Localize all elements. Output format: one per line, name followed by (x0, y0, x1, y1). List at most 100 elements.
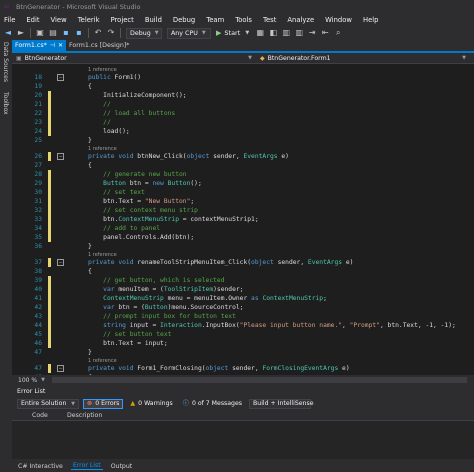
code-line: 20 InitializeComponent(); (12, 91, 474, 100)
start-button[interactable]: ▶ Start ▼ (216, 29, 251, 37)
code-line: 23 // (12, 118, 474, 127)
code-line: 41 ContextMenuStrip menu = menuItem.Owne… (12, 294, 474, 303)
toolbox-icon[interactable]: ▦ (256, 29, 265, 37)
line-number: 20 (34, 92, 42, 99)
uncomment-icon[interactable]: ▥ (295, 29, 304, 37)
menu-item-build[interactable]: Build (145, 16, 162, 24)
undo-icon[interactable]: ↶ (94, 29, 102, 37)
line-number: 23 (34, 119, 42, 126)
column-description[interactable]: Description (67, 411, 102, 421)
editor-zoom-bar: 100 % ▼ (12, 375, 474, 385)
side-tab-data-sources[interactable]: Data Sources (2, 42, 9, 82)
line-number: 19 (34, 83, 42, 90)
line-number: 34 (34, 225, 42, 232)
zoom-level[interactable]: 100 % (18, 377, 37, 384)
code-line: 32 // set context menu strip (12, 206, 474, 215)
line-number: 44 (34, 322, 42, 329)
menu-item-test[interactable]: Test (263, 16, 276, 24)
line-number: 45 (34, 331, 42, 338)
open-file-icon[interactable]: ▤ (49, 29, 57, 37)
column-code[interactable]: Code (32, 411, 48, 421)
bottom-tab-error-list[interactable]: Error List (70, 462, 103, 470)
line-number: 27 (34, 162, 42, 169)
document-tabs: Form1.cs* ⊣ ✕ Form1.cs [Design]* (12, 40, 474, 51)
side-tab-toolbox[interactable]: Toolbox (2, 92, 9, 115)
new-project-icon[interactable]: ▣ (36, 29, 44, 37)
bookmark-icon[interactable]: ◧ (269, 29, 278, 37)
member-dropdown[interactable]: ◆ BtnGenerator.Form1 ▼ (260, 54, 470, 63)
collapse-icon[interactable]: − (57, 74, 64, 81)
messages-filter-button[interactable]: ⓘ 0 of 7 Messages (180, 399, 245, 409)
line-number: 18 (34, 74, 42, 81)
change-marker (48, 339, 51, 348)
forward-icon[interactable]: ► (17, 29, 25, 37)
code-text: // set context menu strip (103, 207, 198, 214)
code-line: 27 { (12, 161, 474, 170)
doc-tab-form1-cs[interactable]: Form1.cs* ⊣ ✕ (12, 40, 67, 51)
indent-icon[interactable]: ⇥ (308, 29, 316, 37)
warnings-filter-button[interactable]: ▲ 0 Warnings (127, 399, 175, 409)
code-text: var btn = (Button)menu.SourceControl; (103, 304, 244, 311)
change-marker (48, 233, 51, 242)
menu-item-project[interactable]: Project (111, 16, 134, 24)
menu-item-analyze[interactable]: Analyze (287, 16, 314, 24)
menu-item-help[interactable]: Help (363, 16, 379, 24)
toolbar-separator (30, 28, 31, 38)
menu-item-debug[interactable]: Debug (173, 16, 195, 24)
comment-icon[interactable]: ▥ (282, 29, 291, 37)
bottom-tab-c-interactive[interactable]: C# Interactive (16, 463, 65, 470)
build-filter-dropdown[interactable]: Build + IntelliSense (249, 399, 314, 409)
toolbar-separator (120, 28, 121, 38)
code-line: 26 − private void btnNew_Click(object send… (12, 152, 474, 161)
menu-item-file[interactable]: File (4, 16, 15, 24)
line-number: 46 (34, 340, 42, 347)
code-line: 38 { (12, 267, 474, 276)
project-dropdown[interactable]: ▣ BtnGenerator ▼ (16, 54, 256, 63)
outdent-icon[interactable]: ⇤ (321, 29, 329, 37)
code-text: // get button, which is selected (103, 277, 225, 284)
save-all-icon[interactable]: ▪ (75, 29, 83, 37)
chevron-down-icon: ▼ (201, 29, 206, 36)
menu-item-telerik[interactable]: Telerik (78, 16, 100, 24)
line-number: 36 (34, 243, 42, 250)
pin-icon[interactable]: ⊣ (50, 40, 55, 51)
play-icon: ▶ (216, 29, 222, 37)
save-icon[interactable]: ▪ (62, 29, 70, 37)
change-marker (48, 197, 51, 206)
chevron-down-icon[interactable]: ▼ (41, 377, 45, 383)
errors-filter-button[interactable]: ⊗ 0 Errors (83, 399, 124, 409)
collapse-icon[interactable]: − (57, 259, 64, 266)
code-text: // prompt input box for button text (103, 313, 236, 320)
warnings-count: 0 Warnings (138, 400, 173, 407)
change-marker (48, 100, 51, 109)
code-text: public Form1() (88, 74, 142, 81)
doc-tab-label: Form1.cs* (15, 42, 47, 49)
menu-item-window[interactable]: Window (325, 16, 352, 24)
redo-icon[interactable]: ↷ (107, 29, 115, 37)
collapse-icon[interactable]: − (57, 153, 64, 160)
back-icon[interactable]: ◄ (4, 29, 12, 37)
navigation-bar: ▣ BtnGenerator ▼ ◆ BtnGenerator.Form1 ▼ (12, 53, 474, 64)
doc-tab-form1-design[interactable]: Form1.cs [Design]* (66, 40, 132, 51)
menu-item-team[interactable]: Team (206, 16, 224, 24)
code-line: 35 panel.Controls.Add(btn); (12, 233, 474, 242)
config-dropdown[interactable]: Debug ▼ (126, 27, 162, 39)
menu-item-view[interactable]: View (51, 16, 67, 24)
line-number: 31 (34, 198, 42, 205)
chevron-down-icon: ▼ (245, 30, 250, 36)
chevron-down-icon: ▼ (154, 29, 159, 36)
menu-item-edit[interactable]: Edit (26, 16, 39, 24)
code-editor[interactable]: 1 reference 18− public Form1() 19{20 Initia… (12, 64, 474, 375)
bottom-tab-output[interactable]: Output (109, 463, 135, 470)
line-number: 43 (34, 313, 42, 320)
scope-dropdown[interactable]: Entire Solution ▼ (17, 399, 79, 409)
find-icon[interactable]: ⌕ (334, 29, 342, 37)
code-line: 33 btn.ContextMenuStrip = contextMenuStr… (12, 215, 474, 224)
window-title: BtnGenerator - Microsoft Visual Studio (16, 2, 141, 11)
code-text: var menuItem = (ToolStripItem)sender; (103, 286, 244, 293)
horizontal-scrollbar[interactable] (52, 377, 467, 383)
close-icon[interactable]: ✕ (58, 40, 63, 51)
platform-dropdown[interactable]: Any CPU ▼ (167, 27, 211, 39)
collapse-icon[interactable]: − (57, 365, 64, 372)
menu-item-tools[interactable]: Tools (235, 16, 252, 24)
